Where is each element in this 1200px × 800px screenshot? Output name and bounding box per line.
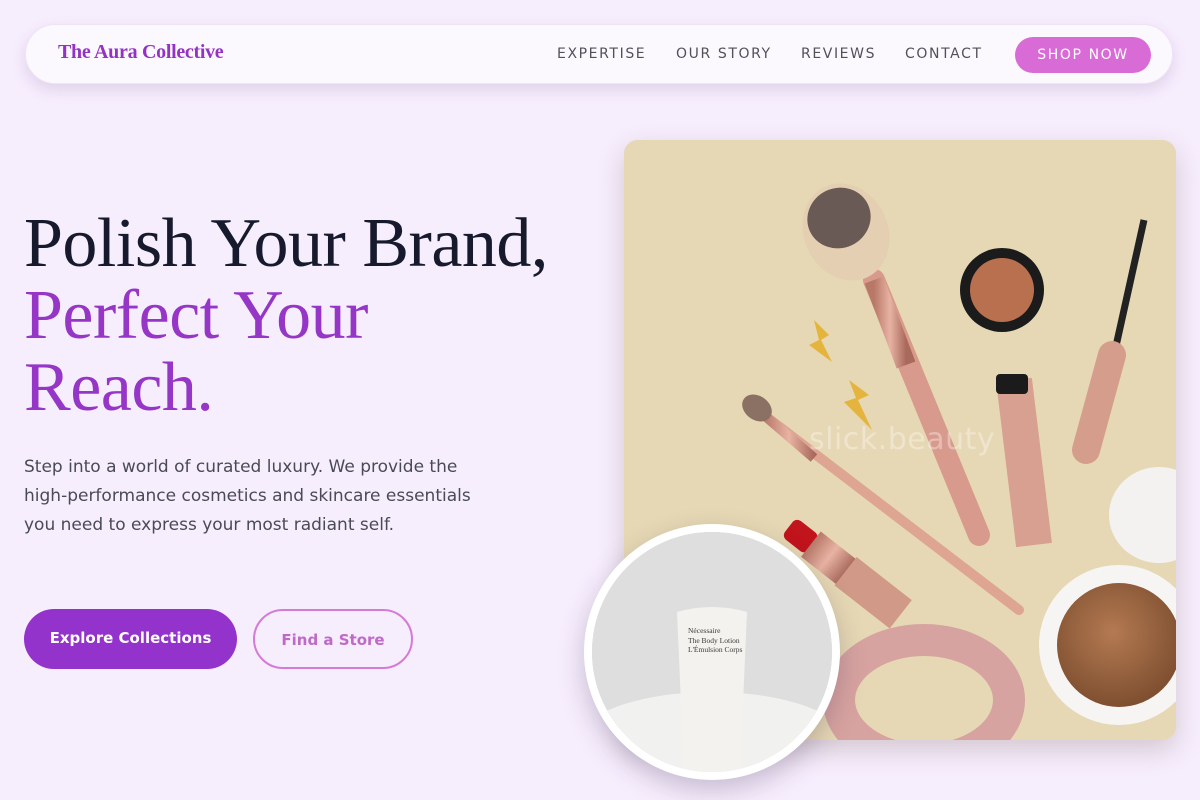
nav-links: EXPERTISE OUR STORY REVIEWS CONTACT: [26, 46, 1172, 66]
product-name-label: The Body Lotion: [688, 636, 740, 645]
nav-link-reviews[interactable]: REVIEWS: [801, 46, 876, 62]
find-store-button[interactable]: Find a Store: [253, 609, 413, 669]
hero-heading-line3: Reach.: [24, 349, 214, 426]
product-circle-inner: Nécessaire The Body Lotion L'Émulsion Co…: [592, 532, 832, 772]
hero-description: Step into a world of curated luxury. We …: [24, 457, 471, 535]
product-circle-image: Nécessaire The Body Lotion L'Émulsion Co…: [584, 524, 840, 780]
image-watermark: slick.beauty: [809, 422, 996, 457]
nav-link-contact[interactable]: CONTACT: [905, 46, 983, 62]
hero-heading: Polish Your Brand, Perfect Your Reach.: [24, 208, 548, 424]
nav-link-our-story[interactable]: OUR STORY: [676, 46, 772, 62]
nav-link-expertise[interactable]: EXPERTISE: [557, 46, 646, 62]
product-name-label-fr: L'Émulsion Corps: [688, 645, 743, 654]
hero-heading-line1: Polish Your Brand,: [24, 205, 548, 282]
explore-collections-button[interactable]: Explore Collections: [24, 609, 237, 669]
product-brand-label: Nécessaire: [688, 626, 721, 635]
hero-heading-line2: Perfect Your: [24, 277, 368, 354]
shop-now-button[interactable]: SHOP NOW: [1015, 37, 1151, 73]
concealer-pot: [960, 248, 1044, 332]
top-nav-bar: The Aura Collective EXPERTISE OUR STORY …: [25, 24, 1173, 84]
